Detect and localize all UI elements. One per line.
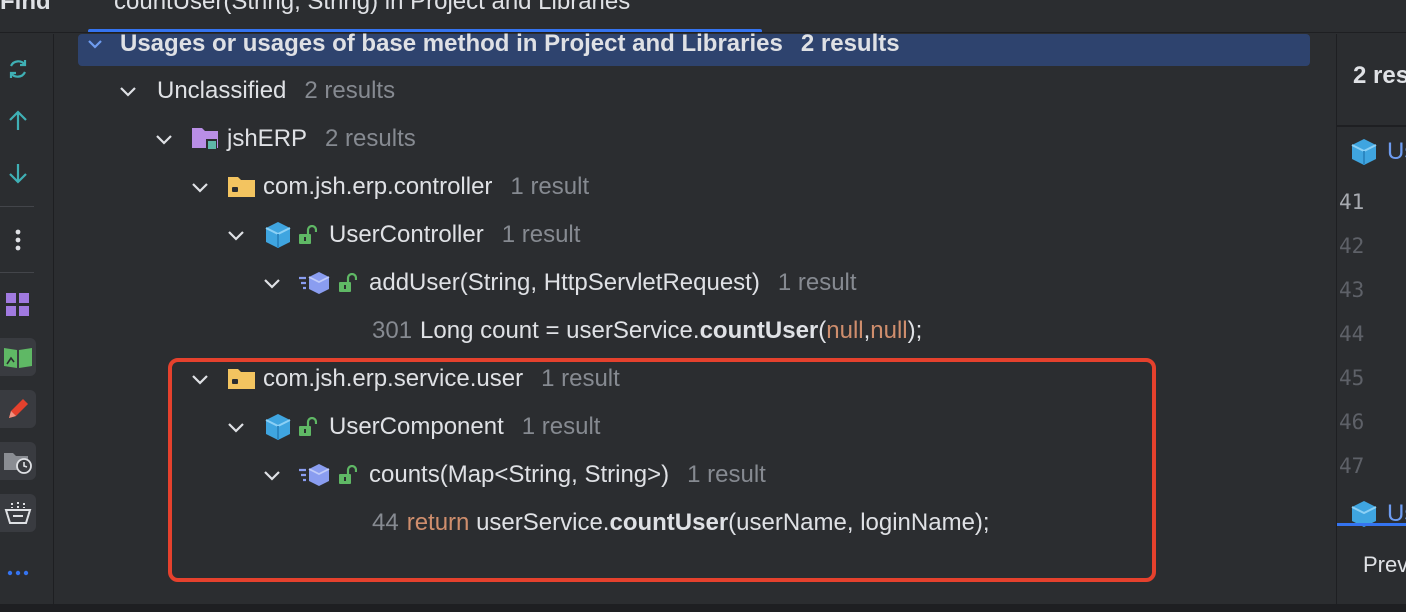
annotation-highlight-box — [168, 358, 1156, 582]
bottom-border — [0, 604, 1406, 612]
toolbar-separator — [0, 206, 34, 207]
chevron-down-icon[interactable] — [151, 126, 177, 152]
usage-1-open: ( — [818, 317, 827, 344]
chevron-down-icon[interactable] — [115, 78, 141, 104]
package-controller-count: 1 result — [510, 173, 590, 200]
tree-node-class-user-controller[interactable]: UserController 1 result — [223, 215, 580, 255]
pencil-icon — [9, 399, 28, 418]
tree-node-module[interactable]: jshERP 2 results — [151, 119, 416, 159]
unclassified-count: 2 results — [304, 77, 396, 104]
class-user-controller-count: 1 result — [501, 221, 581, 248]
chevron-down-icon[interactable] — [223, 222, 249, 248]
more-horizontal-icon — [7, 570, 29, 576]
more-options-button[interactable] — [0, 221, 36, 259]
basket-icon — [4, 502, 32, 524]
preview-separator — [1337, 125, 1406, 127]
module-count: 2 results — [325, 125, 416, 152]
find-title: Find — [0, 0, 51, 15]
usages-tree: Usages or usages of base method in Proje… — [55, 30, 1335, 604]
toolbar-separator — [0, 272, 34, 273]
unclassified-label: Unclassified — [157, 77, 287, 104]
read-access-button[interactable] — [0, 338, 36, 376]
method-add-user-count: 1 result — [777, 269, 857, 296]
grid-icon — [6, 293, 29, 316]
root-count: 2 results — [800, 30, 900, 57]
gutter-line-number: 46 — [1339, 410, 1365, 434]
class-icon — [1351, 139, 1377, 165]
book-icon — [4, 348, 32, 368]
class-icon — [265, 221, 291, 249]
usage-1-close: ); — [907, 317, 923, 344]
package-folder-icon — [227, 175, 257, 199]
class-user-controller-label: UserController — [329, 221, 484, 248]
root-label: Usages or usages of base method in Proje… — [120, 30, 783, 57]
chevron-down-icon[interactable] — [187, 174, 213, 200]
package-controller-label: com.jsh.erp.controller — [263, 173, 493, 200]
gutter-line-number: 41 — [1339, 190, 1365, 214]
group-by-button[interactable] — [0, 286, 36, 324]
preview-tab-indicator — [1337, 523, 1406, 526]
preview-file-tab[interactable]: UserComponent.java — [1351, 138, 1406, 166]
arrow-up-icon — [9, 110, 27, 130]
chevron-down-icon[interactable] — [259, 270, 285, 296]
more-actions-button[interactable] — [0, 554, 36, 592]
tree-node-package-controller[interactable]: com.jsh.erp.controller 1 result — [187, 167, 589, 207]
module-folder-icon — [191, 126, 221, 152]
usage-1-arg1: null — [826, 317, 864, 344]
preview-tab-label[interactable]: Preview — [1363, 552, 1406, 578]
preview-panel: 2 results UserComponent.java 41 42 43 44… — [1336, 34, 1406, 604]
tab-usages[interactable]: countUser(String, String) in Project and… — [114, 0, 630, 16]
preview-file-name: UserComponent.java — [1387, 138, 1406, 165]
rerun-button[interactable] — [0, 50, 36, 88]
public-lock-icon — [337, 273, 357, 293]
folder-clock-icon — [4, 453, 32, 474]
find-tool-window: Find countUser(String, String) in Projec… — [0, 0, 1406, 612]
usage-1-line-number: 301 — [372, 317, 413, 344]
next-occurrence-button[interactable] — [0, 154, 36, 192]
chevron-down-icon[interactable] — [82, 31, 108, 57]
tree-node-unclassified[interactable]: Unclassified 2 results — [115, 71, 395, 111]
tree-node-root[interactable]: Usages or usages of base method in Proje… — [82, 24, 900, 64]
previous-occurrence-button[interactable] — [0, 102, 36, 140]
usage-1-comma: , — [863, 317, 871, 344]
usage-line-1[interactable]: 301 Long count = userService. countUser … — [372, 311, 922, 351]
gutter-line-number: 45 — [1339, 366, 1365, 390]
gutter-line-number: 43 — [1339, 278, 1365, 302]
preview-gutter: 41 42 43 44 45 46 47 — [1337, 184, 1406, 492]
recent-searches-button[interactable] — [0, 442, 36, 480]
tree-node-method-add-user[interactable]: addUser(String, HttpServletRequest) 1 re… — [259, 263, 857, 303]
usage-1-method: countUser — [699, 317, 819, 344]
left-toolbar — [0, 34, 54, 604]
preview-results-count: 2 results — [1353, 62, 1406, 89]
usage-1-prefix: Long count = userService. — [420, 317, 700, 344]
public-lock-icon — [297, 225, 317, 245]
method-add-user-label: addUser(String, HttpServletRequest) — [369, 269, 760, 296]
usage-1-arg2: null — [870, 317, 908, 344]
gutter-line-number: 44 — [1339, 322, 1365, 346]
rerun-icon — [9, 60, 27, 78]
arrow-down-icon — [9, 164, 27, 184]
gutter-line-number: 47 — [1339, 454, 1365, 478]
gutter-line-number: 42 — [1339, 234, 1365, 258]
more-vertical-icon — [15, 229, 21, 251]
exclude-button[interactable] — [0, 494, 36, 532]
write-access-button[interactable] — [0, 390, 36, 428]
module-label: jshERP — [227, 125, 308, 152]
method-icon — [297, 270, 331, 296]
